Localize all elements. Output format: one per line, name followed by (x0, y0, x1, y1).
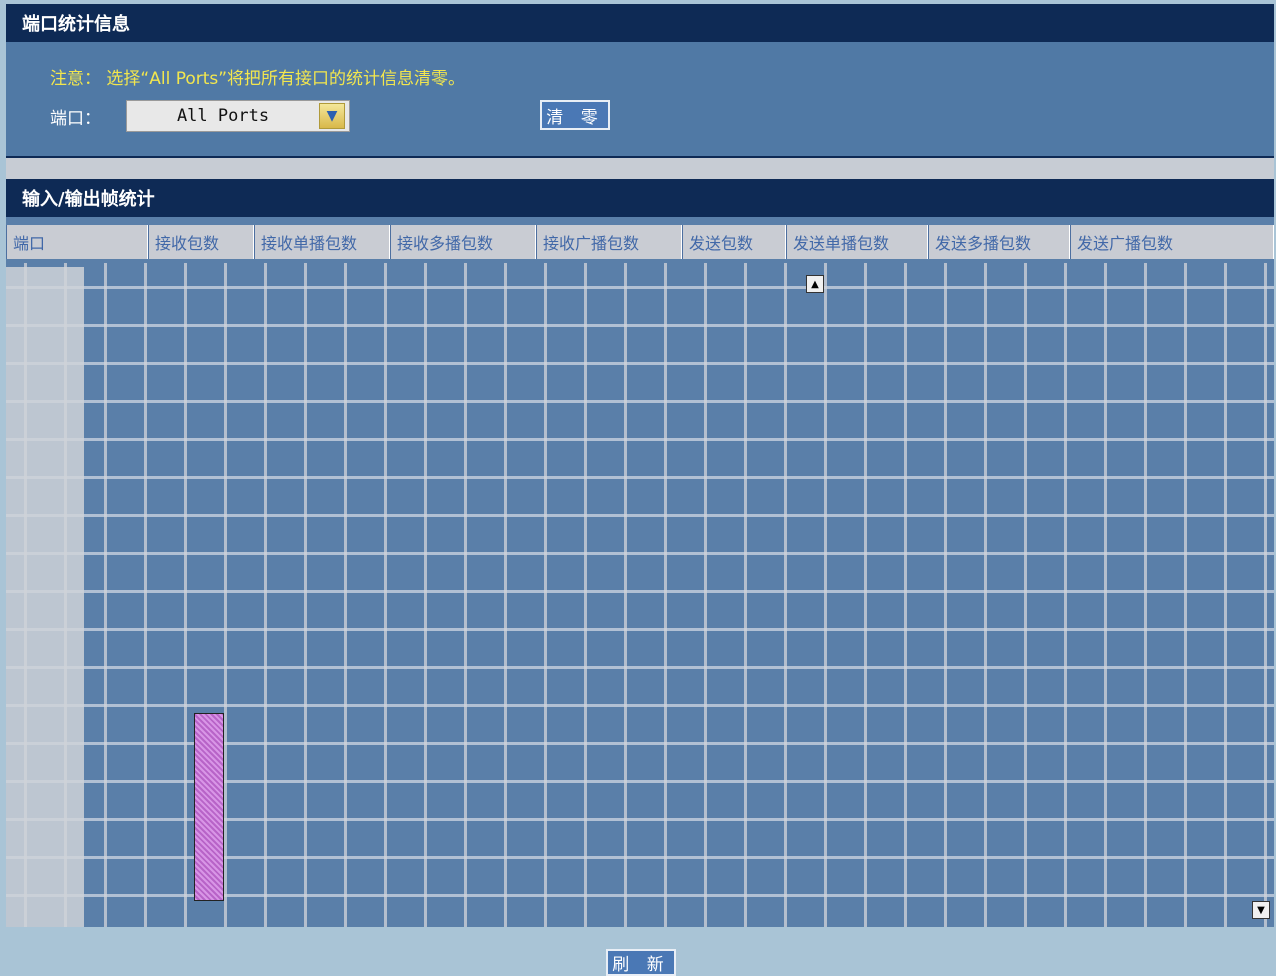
scroll-thumb[interactable] (194, 713, 224, 901)
col-rx-broadcast: 接收广播包数 (536, 225, 682, 259)
io-frame-statistics-title: 输入/输出帧统计 (6, 179, 1274, 217)
section-divider (6, 156, 1274, 179)
col-tx-unicast: 发送单播包数 (786, 225, 928, 259)
col-tx-broadcast: 发送广播包数 (1070, 225, 1274, 259)
scroll-up-icon[interactable]: ▲ (806, 275, 824, 293)
statistics-table: 端口 接收包数 接收单播包数 接收多播包数 接收广播包数 发送包数 发送单播包数… (6, 217, 1274, 927)
port-statistics-title: 端口统计信息 (6, 4, 1274, 42)
clear-panel: 注意： 选择“All Ports”将把所有接口的统计信息清零。 端口： All … (6, 42, 1274, 156)
col-port: 端口 (6, 225, 148, 259)
col-rx-unicast: 接收单播包数 (254, 225, 390, 259)
chevron-down-icon[interactable]: ▼ (319, 103, 345, 129)
notice-text: 注意： 选择“All Ports”将把所有接口的统计信息清零。 (50, 69, 466, 89)
col-tx-multicast: 发送多播包数 (928, 225, 1070, 259)
port-select[interactable]: All Ports ▼ (126, 100, 350, 132)
table-header: 端口 接收包数 接收单播包数 接收多播包数 接收广播包数 发送包数 发送单播包数… (6, 225, 1274, 259)
clear-button[interactable]: 清 零 (540, 100, 610, 130)
port-select-value: All Ports (176, 106, 270, 126)
scroll-down-icon[interactable]: ▼ (1252, 901, 1270, 919)
col-tx-packets: 发送包数 (682, 225, 786, 259)
table-left-column (6, 267, 84, 927)
col-rx-multicast: 接收多播包数 (390, 225, 536, 259)
col-rx-packets: 接收包数 (148, 225, 254, 259)
port-label: 端口： (50, 109, 101, 129)
refresh-button[interactable]: 刷 新 (606, 949, 676, 976)
